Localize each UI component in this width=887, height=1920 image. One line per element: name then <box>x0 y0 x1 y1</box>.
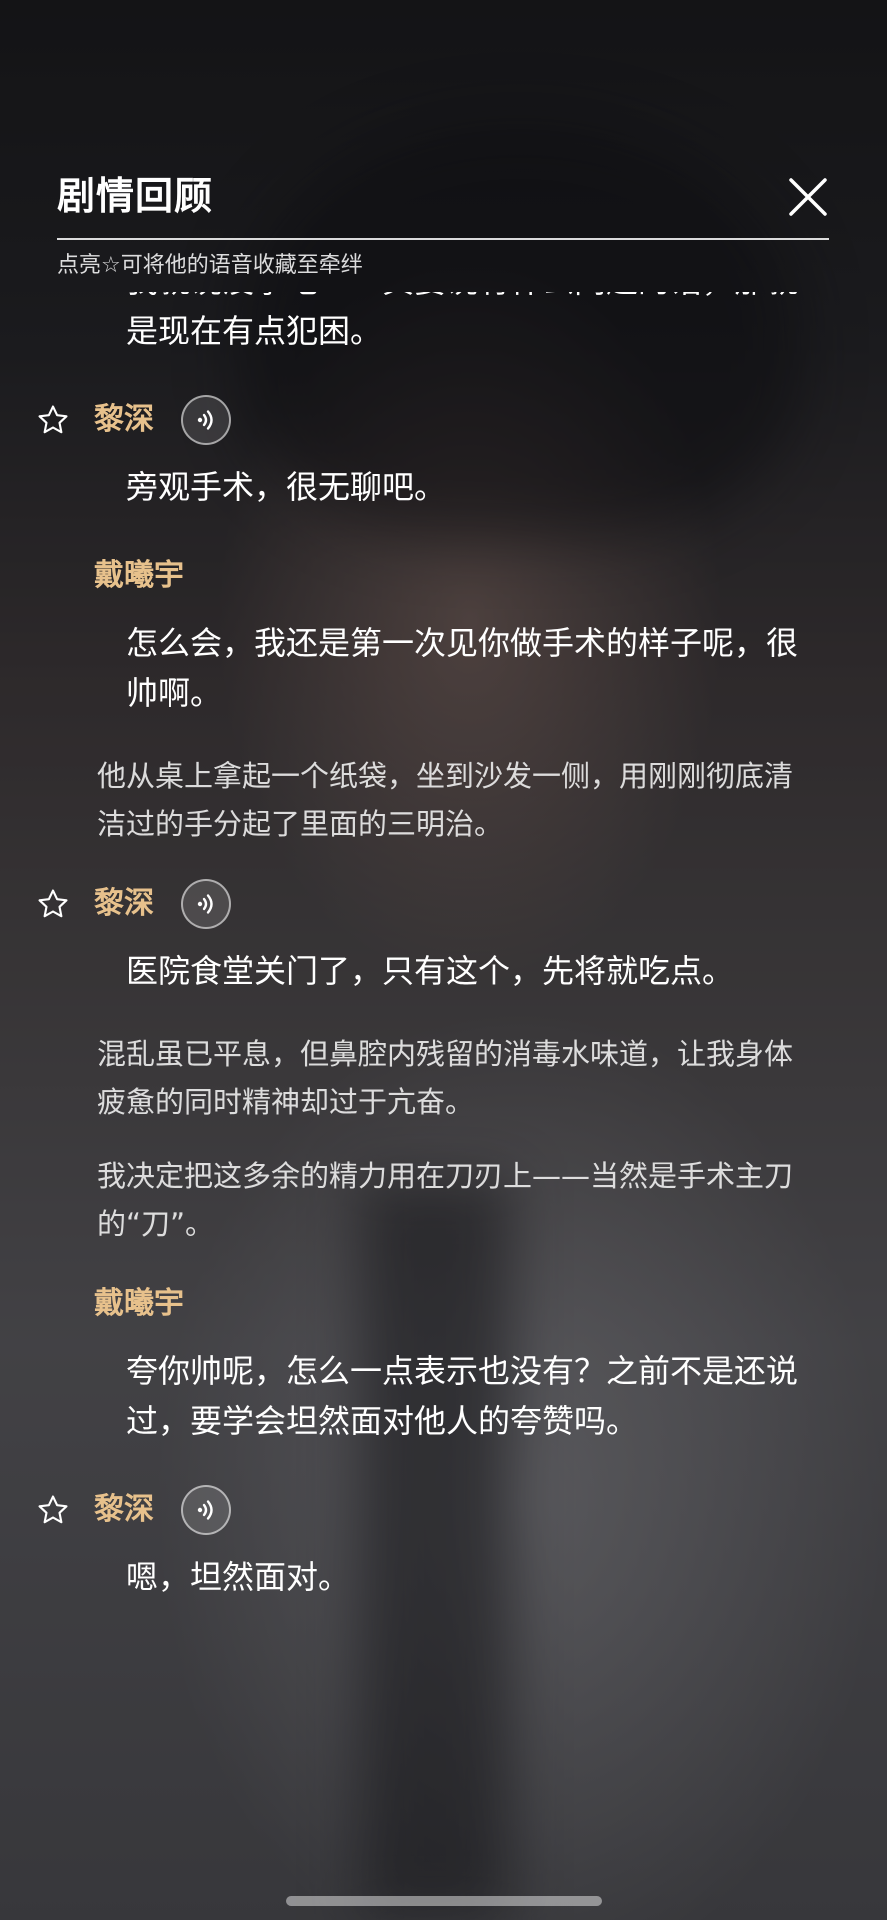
narration-text: 他从桌上拿起一个纸袋，坐到沙发一侧，用刚刚彻底清洁过的手分起了里面的三明治。 <box>97 759 794 841</box>
narration-text: 混乱虽已平息，但鼻腔内残留的消毒水味道，让我身体疲惫的同时精神却过于亢奋。 <box>97 1037 794 1119</box>
dialog-text: 嗯，坦然面对。 <box>126 1558 351 1596</box>
speaker-row: 戴曦宇 <box>0 546 887 606</box>
play-voice-button[interactable] <box>181 1485 231 1535</box>
dialog-entry: 黎深旁观手术，很无聊吧。 <box>0 390 887 512</box>
dialog-entry: 我就说没事吧——真要说有什么问题的话，那就是现在有点犯困。 <box>0 292 887 356</box>
header-divider <box>57 238 829 240</box>
speaker-name: 戴曦宇 <box>94 558 184 593</box>
page-title: 剧情回顾 <box>57 174 214 218</box>
sound-wave-icon <box>197 894 213 914</box>
speaker-row: 黎深 <box>0 874 887 934</box>
dialog-entry: 戴曦宇怎么会，我还是第一次见你做手术的样子呢，很帅啊。 <box>0 546 887 718</box>
story-log[interactable]: 我就说没事吧——真要说有什么问题的话，那就是现在有点犯困。黎深旁观手术，很无聊吧… <box>0 292 887 1872</box>
story-log-list: 我就说没事吧——真要说有什么问题的话，那就是现在有点犯困。黎深旁观手术，很无聊吧… <box>0 292 887 1636</box>
speaker-row: 黎深 <box>0 1480 887 1540</box>
story-review-screen: 剧情回顾 点亮☆可将他的语音收藏至牵绊 我就说没事吧——真要说有什么问题的话，那… <box>0 0 887 1920</box>
panel-header: 剧情回顾 <box>57 160 829 232</box>
star-outline-icon <box>38 1495 68 1524</box>
dialog-text: 怎么会，我还是第一次见你做手术的样子呢，很帅啊。 <box>126 624 799 712</box>
close-button[interactable] <box>787 176 829 218</box>
speaker-name: 黎深 <box>94 1492 154 1527</box>
play-voice-button[interactable] <box>181 395 231 445</box>
close-icon <box>789 178 827 216</box>
dialog-entry: 黎深嗯，坦然面对。 <box>0 1480 887 1602</box>
dialog-text: 医院食堂关门了，只有这个，先将就吃点。 <box>126 952 735 990</box>
favorite-star-button[interactable] <box>36 403 70 437</box>
home-indicator[interactable] <box>286 1896 602 1906</box>
dialog-text: 旁观手术，很无聊吧。 <box>126 468 447 506</box>
speaker-name: 黎深 <box>94 886 154 921</box>
dialog-text: 我就说没事吧——真要说有什么问题的话，那就是现在有点犯困。 <box>126 292 798 350</box>
favorite-hint: 点亮☆可将他的语音收藏至牵绊 <box>57 253 363 278</box>
speaker-row: 戴曦宇 <box>0 1274 887 1334</box>
narration-text: 我决定把这多余的精力用在刀刃上——当然是手术主刀的“刀”。 <box>97 1159 794 1241</box>
sound-wave-icon <box>197 1500 213 1520</box>
speaker-row: 黎深 <box>0 390 887 450</box>
dialog-entry: 黎深医院食堂关门了，只有这个，先将就吃点。 <box>0 874 887 996</box>
speaker-name: 戴曦宇 <box>94 1286 184 1321</box>
speaker-name: 黎深 <box>94 402 154 437</box>
star-outline-icon <box>38 405 68 434</box>
dialog-text: 夸你帅呢，怎么一点表示也没有？之前不是还说过，要学会坦然面对他人的夸赞吗。 <box>126 1352 799 1440</box>
dialog-entry: 戴曦宇夸你帅呢，怎么一点表示也没有？之前不是还说过，要学会坦然面对他人的夸赞吗。 <box>0 1274 887 1446</box>
favorite-star-button[interactable] <box>36 887 70 921</box>
play-voice-button[interactable] <box>181 879 231 929</box>
star-outline-icon <box>38 889 68 918</box>
sound-wave-icon <box>197 410 213 430</box>
favorite-star-button[interactable] <box>36 1493 70 1527</box>
